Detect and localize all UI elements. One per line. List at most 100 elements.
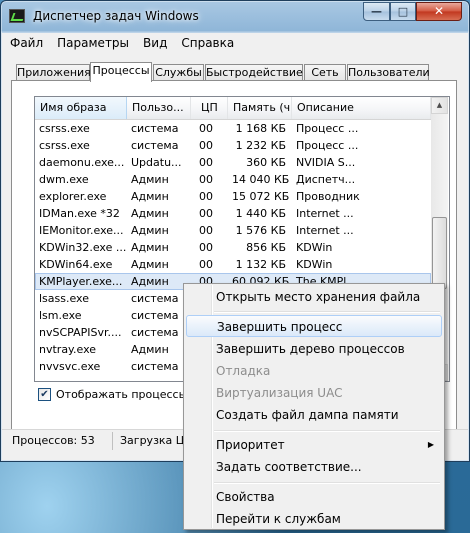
process-image-name: csrss.exe <box>39 122 90 135</box>
process-user: Админ <box>131 241 169 254</box>
scroll-thumb[interactable] <box>432 217 447 289</box>
process-image-name: KDWin64.exe <box>39 258 113 271</box>
process-user: система <box>131 326 179 339</box>
column-user[interactable]: Пользо... <box>127 97 191 119</box>
process-memory: 856 КБ <box>246 241 286 254</box>
process-image-name: nvtray.exe <box>39 343 97 356</box>
process-user: система <box>131 309 179 322</box>
process-image-name: IEMonitor.exe... <box>39 224 124 237</box>
process-user: система <box>131 360 179 373</box>
process-description: Проводник <box>296 190 360 203</box>
table-row[interactable]: daemonu.exe... Updatu... 00 360 КБ NVIDIA S.… <box>35 154 431 171</box>
ctx-open-file-location[interactable]: Открыть место хранения файла <box>186 286 442 308</box>
ctx-end-process-tree[interactable]: Завершить дерево процессов <box>186 338 442 360</box>
maximize-button[interactable]: □ <box>390 2 416 21</box>
menu-options[interactable]: Параметры <box>49 33 135 51</box>
ctx-create-dump-file[interactable]: Создать файл дампа памяти <box>186 404 442 426</box>
submenu-arrow-icon: ▶ <box>427 440 434 449</box>
context-menu: Открыть место хранения файла Завершить п… <box>183 283 445 530</box>
ctx-set-affinity[interactable]: Задать соответствие... <box>186 456 442 478</box>
process-user: Updatu... <box>131 156 182 169</box>
process-cpu: 00 <box>199 173 213 186</box>
task-manager-icon <box>9 9 25 23</box>
status-cpu-load: Загрузка Ц <box>120 434 185 447</box>
table-row[interactable]: IEMonitor.exe... Админ 00 1 576 КБ Internet … <box>35 222 431 239</box>
show-all-processes-checkbox[interactable]: ✔ <box>38 388 51 401</box>
column-description[interactable]: Описание <box>292 97 431 119</box>
process-user: Админ <box>131 258 169 271</box>
menu-bar: Файл Параметры Вид Справка <box>2 33 468 53</box>
process-user: система <box>131 292 179 305</box>
process-description: Internet ... <box>296 207 354 220</box>
process-description: NVIDIA S... <box>296 156 356 169</box>
process-cpu: 00 <box>199 258 213 271</box>
process-memory: 15 072 КБ <box>232 190 290 203</box>
close-button[interactable]: ✕ <box>416 2 462 21</box>
process-image-name: dwm.exe <box>39 173 89 186</box>
tab-users[interactable]: Пользователи <box>347 64 430 81</box>
process-image-name: explorer.exe <box>39 190 107 203</box>
column-memory[interactable]: Память (ч... <box>228 97 292 119</box>
ctx-uac-virtualization: Виртуализация UAC <box>216 386 343 400</box>
menu-view[interactable]: Вид <box>135 33 173 51</box>
process-description: Диспетч... <box>296 173 356 186</box>
process-memory: 1 168 КБ <box>235 122 286 135</box>
process-image-name: KMPlayer.exe... <box>39 275 123 288</box>
process-description: KDWin <box>296 241 333 254</box>
table-row[interactable]: IDMan.exe *32 Админ 00 1 440 КБ Internet ... <box>35 205 431 222</box>
column-image-name[interactable]: Имя образа <box>35 97 127 119</box>
ctx-go-to-services[interactable]: Перейти к службам <box>186 508 442 530</box>
process-image-name: IDMan.exe *32 <box>39 207 120 220</box>
list-header: Имя образа Пользо... ЦП Память (ч... Опи… <box>35 97 431 120</box>
process-cpu: 00 <box>199 241 213 254</box>
process-image-name: nvSCPAPISvr.... <box>39 326 122 339</box>
status-divider <box>112 432 113 450</box>
minimize-button[interactable]: — <box>363 2 390 21</box>
process-user: Админ <box>131 173 169 186</box>
tab-services[interactable]: Службы <box>153 64 204 81</box>
ctx-separator <box>214 430 440 432</box>
process-memory: 1 576 КБ <box>235 224 286 237</box>
process-image-name: daemonu.exe... <box>39 156 125 169</box>
process-user: Админ <box>131 190 169 203</box>
tab-performance[interactable]: Быстродействие <box>205 64 303 81</box>
table-row[interactable]: csrss.exe система 00 1 168 КБ Процесс ... <box>35 120 431 137</box>
process-memory: 1 232 КБ <box>235 139 286 152</box>
process-cpu: 00 <box>199 190 213 203</box>
process-cpu: 00 <box>199 224 213 237</box>
process-cpu: 00 <box>199 122 213 135</box>
tab-network[interactable]: Сеть <box>304 64 346 81</box>
ctx-properties[interactable]: Свойства <box>186 486 442 508</box>
process-image-name: csrss.exe <box>39 139 90 152</box>
process-image-name: lsass.exe <box>39 292 89 305</box>
process-cpu: 00 <box>199 139 213 152</box>
column-cpu[interactable]: ЦП <box>191 97 228 119</box>
process-description: Процесс ... <box>296 122 359 135</box>
process-user: Админ <box>131 275 169 288</box>
process-memory: 360 КБ <box>246 156 286 169</box>
process-cpu: 00 <box>199 156 213 169</box>
title-bar[interactable]: Диспетчер задач Windows — □ ✕ <box>1 1 469 31</box>
status-process-count: Процессов: 53 <box>12 434 95 447</box>
ctx-end-process[interactable]: Завершить процесс <box>186 315 442 337</box>
table-row[interactable]: dwm.exe Админ 00 14 040 КБ Диспетч... <box>35 171 431 188</box>
process-image-name: lsm.exe <box>39 309 82 322</box>
ctx-separator <box>214 311 440 313</box>
process-user: система <box>131 139 179 152</box>
ctx-separator <box>214 482 440 484</box>
tab-processes[interactable]: Процессы <box>90 62 152 82</box>
menu-file[interactable]: Файл <box>2 33 49 51</box>
table-row[interactable]: csrss.exe система 00 1 232 КБ Процесс ... <box>35 137 431 154</box>
process-memory: 14 040 КБ <box>232 173 290 186</box>
process-description: Internet ... <box>296 224 354 237</box>
table-row[interactable]: KDWin64.exe Админ 00 1 132 КБ KDWin <box>35 256 431 273</box>
menu-help[interactable]: Справка <box>173 33 240 51</box>
process-user: система <box>131 122 179 135</box>
ctx-priority[interactable]: Приоритет ▶ <box>186 434 442 456</box>
process-memory: 1 132 КБ <box>235 258 286 271</box>
table-row[interactable]: explorer.exe Админ 00 15 072 КБ Проводник <box>35 188 431 205</box>
ctx-debug: Отладка <box>216 364 271 378</box>
scroll-up-button[interactable]: ▲ <box>431 97 448 114</box>
tab-applications[interactable]: Приложения <box>16 64 91 81</box>
table-row[interactable]: KDWin32.exe ... Админ 00 856 КБ KDWin <box>35 239 431 256</box>
